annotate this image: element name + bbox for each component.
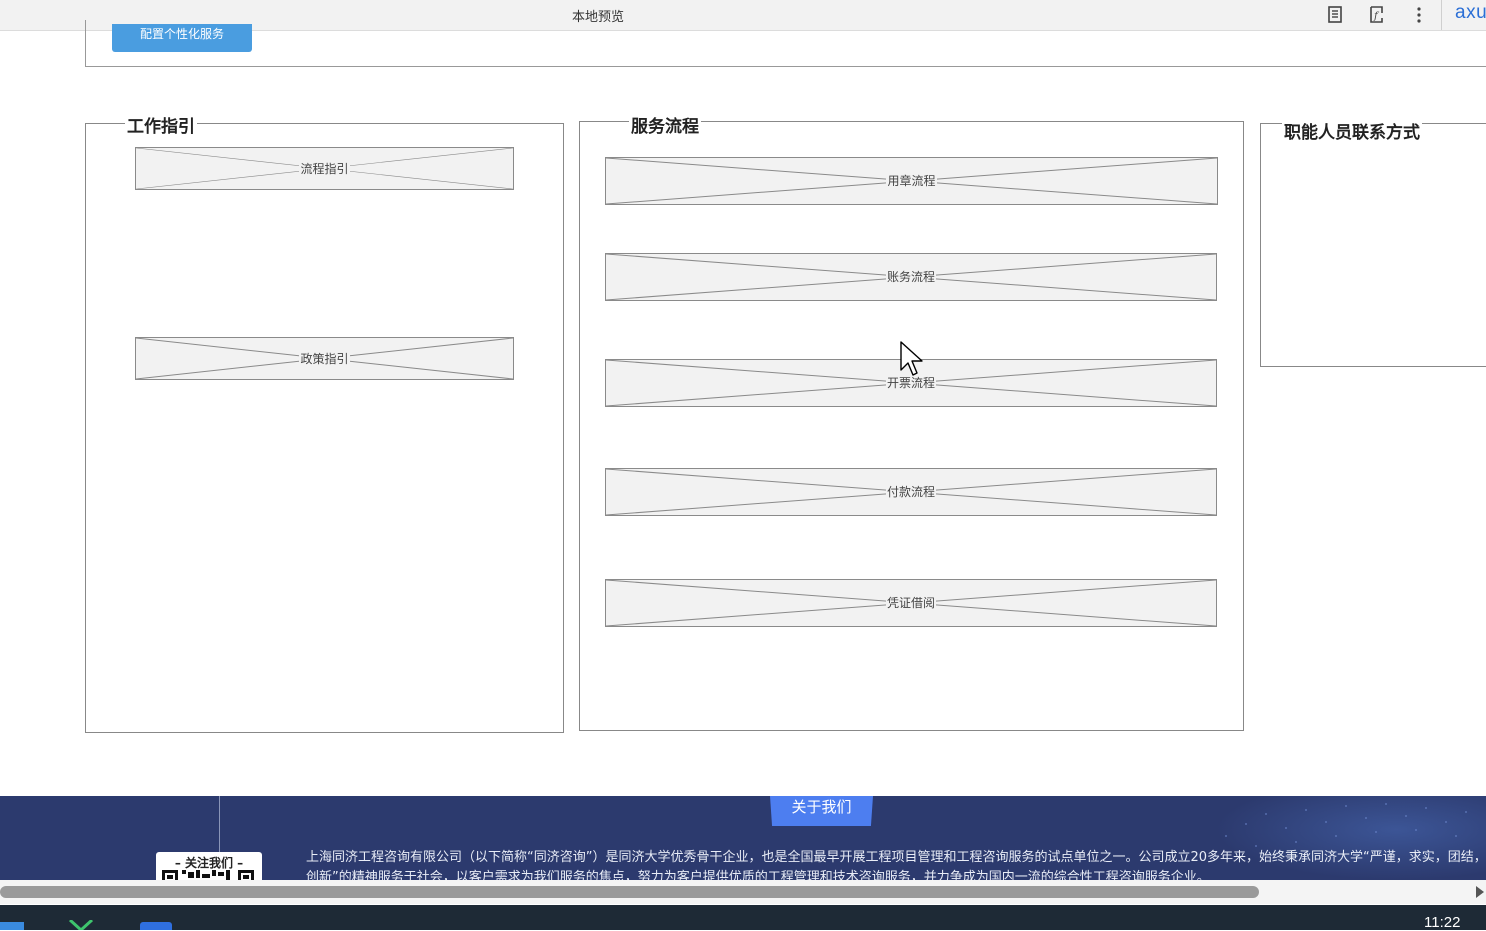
- follow-us-title: – 关注我们 –: [174, 856, 244, 870]
- voucher-borrow-placeholder[interactable]: 凭证借阅: [605, 579, 1217, 627]
- accounting-process-placeholder[interactable]: 账务流程: [605, 253, 1217, 301]
- taskbar-clock: 11:22: [1424, 914, 1461, 931]
- mouse-cursor-icon: [900, 341, 923, 376]
- work-guide-panel: [85, 123, 564, 733]
- company-description-line-1: 上海同济工程咨询有限公司（以下简称“同济咨询”）是同济大学优秀骨干企业，也是全国…: [306, 850, 1486, 865]
- site-footer: 关于我们 – 关注我们 – 上海同济工程咨询有限公司（以下简称“同济咨询”）是同…: [0, 796, 1486, 880]
- policy-guide-label: 政策指引: [299, 351, 350, 366]
- service-flow-title: 服务流程: [629, 112, 701, 137]
- scroll-right-arrow-icon[interactable]: [1475, 885, 1485, 899]
- seal-process-label: 用章流程: [886, 174, 937, 188]
- config-button-label: 配置个性化服务: [139, 27, 224, 41]
- contacts-title: 职能人员联系方式: [1282, 118, 1422, 143]
- follow-us-card: – 关注我们 –: [156, 852, 262, 880]
- qr-code-icon: [162, 870, 254, 880]
- config-personalized-service-button[interactable]: 配置个性化服务: [112, 24, 252, 52]
- process-guide-label: 流程指引: [299, 161, 350, 176]
- seal-process-placeholder[interactable]: 用章流程: [605, 157, 1218, 205]
- service-flow-panel: [579, 121, 1244, 731]
- top-section-frame: [85, 20, 1486, 67]
- work-guide-title: 工作指引: [125, 112, 197, 137]
- scrollbar-thumb[interactable]: [0, 886, 1259, 898]
- horizontal-scrollbar[interactable]: [0, 880, 1486, 904]
- policy-guide-placeholder[interactable]: 政策指引: [135, 337, 514, 380]
- taskbar-app-icon-1[interactable]: [0, 922, 24, 930]
- taskbar-app-icon-3[interactable]: [140, 922, 172, 930]
- about-us-tab[interactable]: 关于我们: [770, 796, 873, 826]
- payment-process-placeholder[interactable]: 付款流程: [605, 468, 1217, 516]
- os-taskbar: 11:22: [0, 905, 1486, 931]
- payment-process-label: 付款流程: [885, 485, 936, 499]
- company-description: 上海同济工程咨询有限公司（以下简称“同济咨询”）是同济大学优秀骨干企业，也是全国…: [306, 848, 1486, 880]
- voucher-borrow-label: 凭证借阅: [885, 596, 936, 610]
- footer-divider: [219, 796, 220, 852]
- taskbar-app-icon-2[interactable]: [68, 920, 94, 930]
- contacts-panel: [1260, 123, 1486, 367]
- accounting-process-label: 账务流程: [885, 270, 936, 284]
- process-guide-placeholder[interactable]: 流程指引: [135, 147, 514, 190]
- company-description-line-2: 创新”的精神服务于社会，以客户需求为我们服务的焦点，努力为客户提供优质的工程管理…: [306, 870, 1210, 880]
